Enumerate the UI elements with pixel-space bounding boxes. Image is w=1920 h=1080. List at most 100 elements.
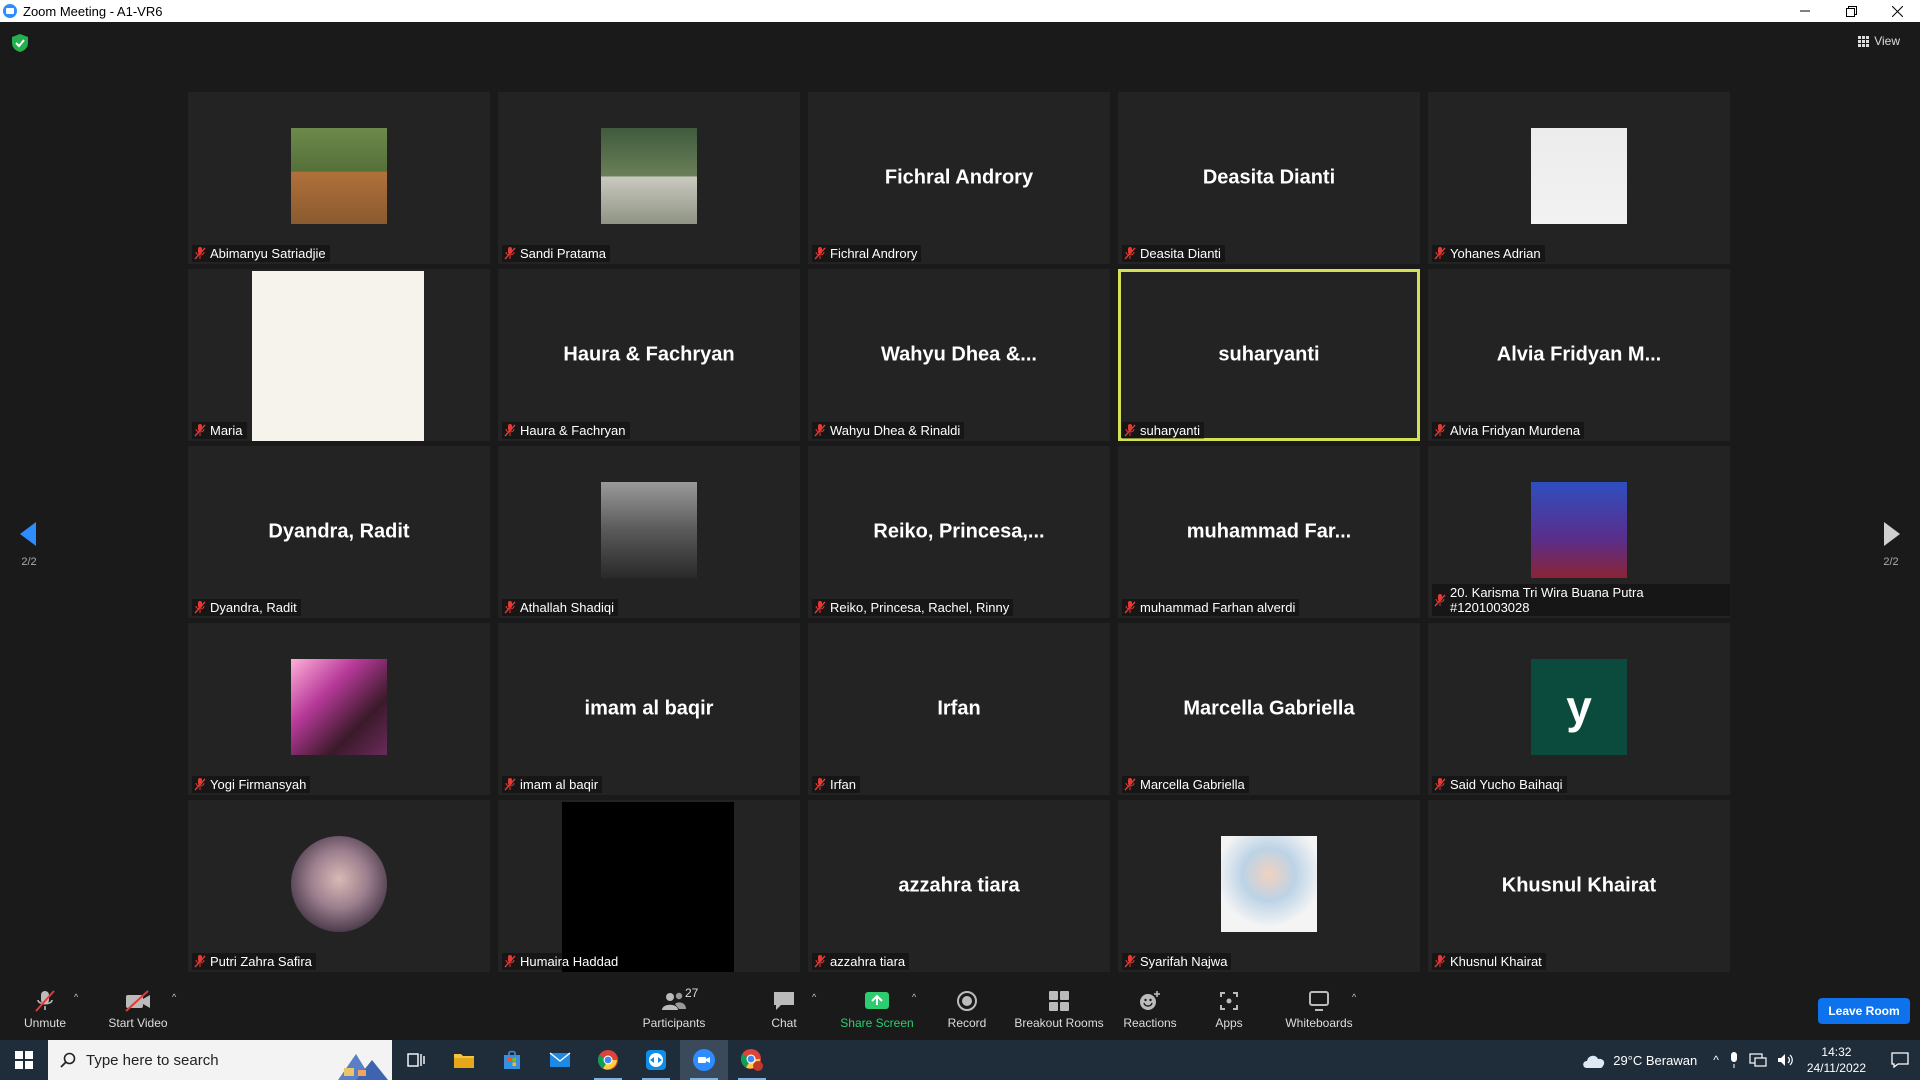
task-view-button[interactable] (392, 1040, 440, 1080)
participant-name: Reiko, Princesa, Rachel, Rinny (830, 600, 1010, 615)
participant-tile[interactable]: Yogi Firmansyah (188, 623, 490, 795)
show-hidden-icons-chevron-icon[interactable]: ^ (1713, 1053, 1719, 1067)
next-page-arrow-icon[interactable] (1880, 514, 1904, 554)
whiteboard-options-caret-icon[interactable]: ^ (1352, 992, 1356, 1002)
participant-display-name: Dyandra, Radit (268, 520, 410, 543)
participant-name: azzahra tiara (830, 954, 906, 969)
share-options-caret-icon[interactable]: ^ (912, 992, 916, 1002)
participant-tile[interactable]: Khusnul Khairat Khusnul Khairat (1428, 800, 1730, 972)
participant-gallery: Abimanyu Satriadjie Sandi Pratama Fichral … (188, 92, 1733, 972)
participant-tile[interactable]: 20. Karisma Tri Wira Buana Putra #120100… (1428, 446, 1730, 618)
share-screen-button[interactable]: Share Screen (840, 978, 914, 1040)
close-icon (1891, 5, 1903, 17)
participant-name: Putri Zahra Safira (210, 954, 312, 969)
participant-tile[interactable]: Deasita Dianti Deasita Dianti (1118, 92, 1420, 264)
participant-display-name: Alvia Fridyan M... (1496, 343, 1662, 366)
participant-name: Alvia Fridyan Murdena (1450, 423, 1581, 438)
start-video-button[interactable]: Start Video (106, 978, 170, 1040)
participant-tile[interactable]: Humaira Haddad (498, 800, 800, 972)
participant-tile[interactable]: Haura & Fachryan Haura & Fachryan (498, 269, 800, 441)
audio-options-caret-icon[interactable]: ^ (74, 992, 78, 1002)
muted-mic-icon (1124, 247, 1136, 260)
network-icon[interactable] (1749, 1053, 1767, 1067)
unmute-button[interactable]: Unmute (20, 978, 70, 1040)
participant-tile[interactable]: Dyandra, Radit Dyandra, Radit (188, 446, 490, 618)
participant-name-label: Maria (192, 422, 247, 439)
participant-video-frame (601, 482, 697, 578)
muted-mic-icon (1124, 424, 1136, 437)
tray-microphone-icon[interactable] (1729, 1052, 1739, 1068)
participant-tile[interactable]: Marcella Gabriella Marcella Gabriella (1118, 623, 1420, 795)
action-center-button[interactable] (1880, 1052, 1920, 1068)
participant-video-frame (291, 836, 387, 932)
participant-avatar: y (1531, 659, 1627, 755)
muted-mic-icon (504, 955, 516, 968)
teamviewer-button[interactable] (632, 1040, 680, 1080)
restore-button[interactable] (1828, 0, 1874, 22)
chrome-profile-icon (740, 1049, 763, 1071)
store-bag-icon (504, 1050, 520, 1069)
taskbar-clock[interactable]: 14:32 24/11/2022 (1807, 1044, 1866, 1076)
participant-name-label: Alvia Fridyan Murdena (1432, 422, 1585, 439)
chat-button[interactable]: Chat (766, 978, 802, 1040)
participant-tile[interactable]: Alvia Fridyan M... Alvia Fridyan Murdena (1428, 269, 1730, 441)
chat-icon (774, 992, 794, 1010)
participant-tile[interactable]: suharyanti suharyanti (1118, 269, 1420, 441)
participant-video-frame (1531, 128, 1627, 224)
chat-options-caret-icon[interactable]: ^ (812, 992, 816, 1002)
whiteboards-button[interactable]: Whiteboards (1284, 978, 1354, 1040)
participant-tile[interactable]: imam al baqir imam al baqir (498, 623, 800, 795)
participant-display-name: imam al baqir (584, 697, 714, 720)
participant-tile[interactable]: Athallah Shadiqi (498, 446, 800, 618)
share-screen-icon (865, 992, 889, 1009)
participant-display-name: Deasita Dianti (1202, 166, 1336, 189)
clock-time: 14:32 (1821, 1045, 1852, 1059)
apps-button[interactable]: Apps (1212, 978, 1246, 1040)
participant-display-name: Haura & Fachryan (563, 343, 735, 366)
participant-name-label: Yogi Firmansyah (192, 776, 311, 793)
participants-button[interactable]: 27 Participants (640, 978, 708, 1040)
participant-tile[interactable]: Irfan Irfan (808, 623, 1110, 795)
record-button[interactable]: Record (944, 978, 990, 1040)
mail-button[interactable] (536, 1040, 584, 1080)
chrome-profile-button[interactable] (728, 1040, 776, 1080)
participant-tile[interactable]: Yohanes Adrian (1428, 92, 1730, 264)
weather-widget[interactable]: 29°C Berawan (1581, 1051, 1697, 1069)
participant-tile[interactable]: Syarifah Najwa (1118, 800, 1420, 972)
search-highlight-illustration-icon (338, 1054, 388, 1080)
participant-tile[interactable]: Sandi Pratama (498, 92, 800, 264)
participant-display-name: Irfan (937, 697, 981, 720)
participant-tile[interactable]: y Said Yucho Baihaqi (1428, 623, 1730, 795)
participant-tile[interactable]: muhammad Far... muhammad Farhan alverdi (1118, 446, 1420, 618)
minimize-button[interactable] (1782, 0, 1828, 22)
encryption-shield-icon[interactable] (12, 34, 28, 52)
microsoft-store-button[interactable] (488, 1040, 536, 1080)
participant-tile[interactable]: Reiko, Princesa,... Reiko, Princesa, Rach… (808, 446, 1110, 618)
participant-tile[interactable]: Putri Zahra Safira (188, 800, 490, 972)
participant-name-label: Said Yucho Baihaqi (1432, 776, 1567, 793)
reactions-button[interactable]: Reactions (1122, 978, 1178, 1040)
start-button[interactable] (0, 1040, 48, 1080)
participant-name-label: Dyandra, Radit (192, 599, 301, 616)
muted-mic-icon (1434, 424, 1446, 437)
previous-page-arrow-icon[interactable] (16, 514, 40, 554)
participant-tile[interactable]: Maria (188, 269, 490, 441)
video-options-caret-icon[interactable]: ^ (172, 992, 176, 1002)
view-button[interactable]: View (1858, 34, 1900, 48)
participant-tile[interactable]: Abimanyu Satriadjie (188, 92, 490, 264)
participant-tile[interactable]: Fichral Androry Fichral Androry (808, 92, 1110, 264)
breakout-rooms-button[interactable]: Breakout Rooms (1012, 978, 1106, 1040)
participant-display-name: Wahyu Dhea &... (881, 343, 1037, 366)
participant-name: Fichral Androry (830, 246, 918, 261)
reactions-label: Reactions (1123, 1016, 1177, 1030)
zoom-taskbar-button[interactable] (680, 1040, 728, 1080)
chrome-button[interactable] (584, 1040, 632, 1080)
leave-room-button[interactable]: Leave Room (1818, 998, 1910, 1024)
participant-tile[interactable]: azzahra tiara azzahra tiara (808, 800, 1110, 972)
volume-icon[interactable] (1777, 1053, 1795, 1067)
participant-tile[interactable]: Wahyu Dhea &... Wahyu Dhea & Rinaldi (808, 269, 1110, 441)
taskbar-search-box[interactable]: Type here to search (48, 1040, 392, 1080)
close-button[interactable] (1874, 0, 1920, 22)
file-explorer-button[interactable] (440, 1040, 488, 1080)
participant-display-name: Reiko, Princesa,... (873, 520, 1045, 543)
